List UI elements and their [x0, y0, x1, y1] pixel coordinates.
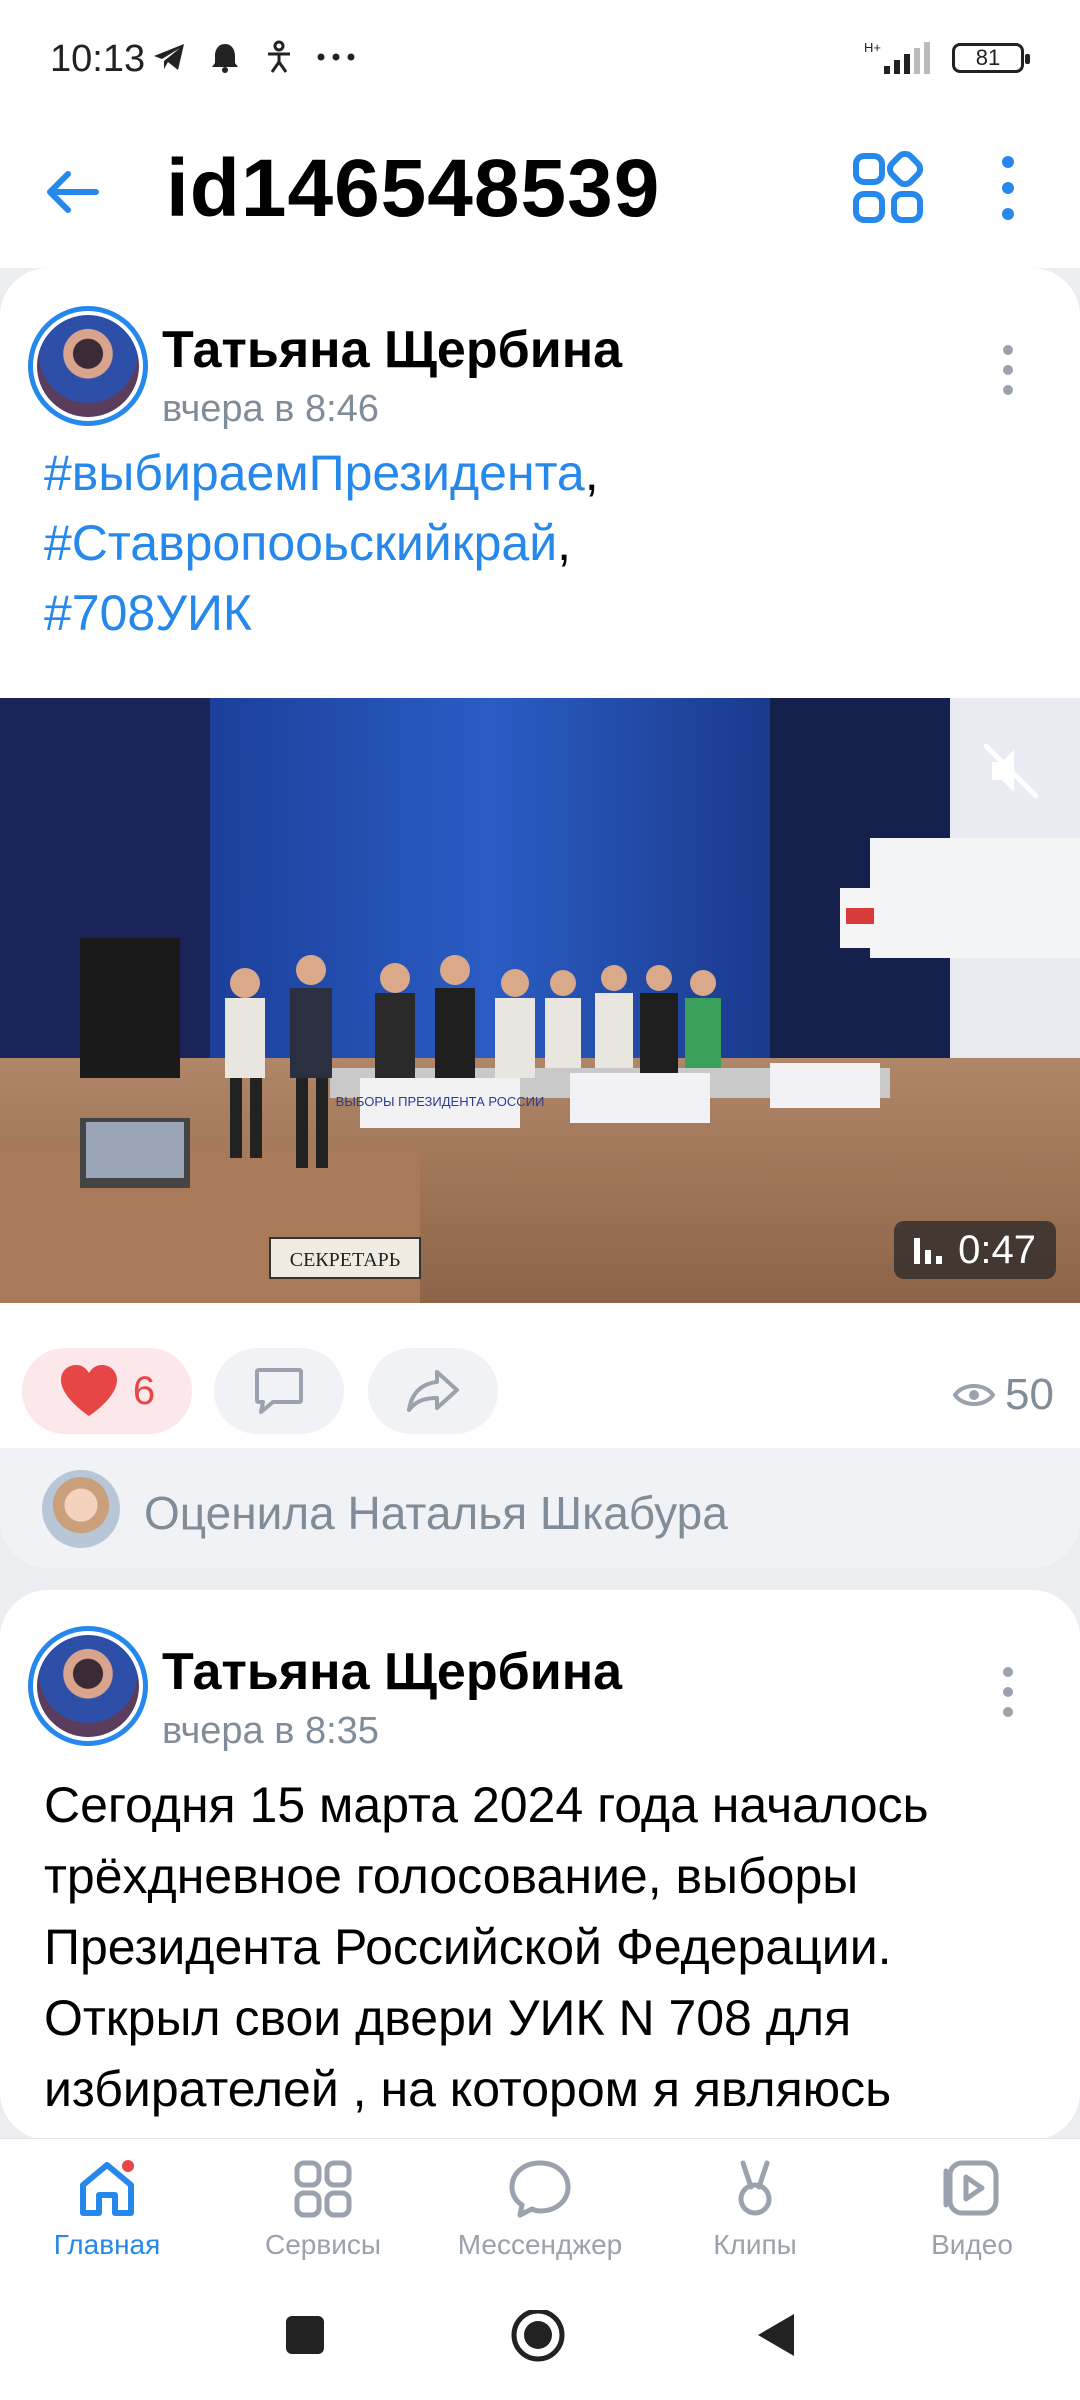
post-menu-icon[interactable]	[990, 340, 1026, 400]
telegram-icon	[154, 44, 184, 70]
author-avatar[interactable]	[28, 1626, 148, 1746]
hashtag-link[interactable]: #708УИК	[44, 585, 252, 641]
post-time[interactable]: вчера в 8:35	[162, 1710, 379, 1753]
heart-icon	[60, 1365, 117, 1416]
tab-label: Сервисы	[264, 2229, 381, 2260]
tab-clips[interactable]: Клипы	[665, 2157, 845, 2261]
post-time[interactable]: вчера в 8:46	[162, 388, 379, 431]
notification-dot	[119, 2157, 137, 2175]
back-arrow-icon[interactable]	[40, 160, 104, 224]
video-duration: 0:47	[958, 1228, 1036, 1272]
recents-button-icon[interactable]	[280, 2310, 330, 2360]
quality-bars-icon	[914, 1238, 943, 1264]
status-right: H+ 81	[862, 40, 1030, 76]
liked-by-text: Оценила Наталья Шкабура	[144, 1487, 728, 1539]
video-duration-badge: 0:47	[894, 1221, 1056, 1279]
system-nav-bar	[0, 2278, 1080, 2400]
tab-label: Клипы	[713, 2229, 797, 2260]
tab-label: Мессенджер	[457, 2229, 623, 2260]
liker-avatar	[42, 1470, 120, 1548]
hashtag-link[interactable]: #выбираемПрезидента	[44, 445, 585, 501]
video-icon	[943, 2160, 999, 2216]
like-button[interactable]: 6	[22, 1348, 192, 1434]
post-text: Сегодня 15 марта 2024 года началось трёх…	[44, 1777, 929, 2117]
back-button-icon[interactable]	[752, 2310, 802, 2360]
tab-label: Главная	[53, 2229, 161, 2260]
post-author[interactable]: Татьяна Щербина	[162, 320, 622, 380]
tab-messenger[interactable]: Мессенджер	[450, 2157, 630, 2261]
more-vertical-icon[interactable]	[990, 150, 1026, 226]
video-player[interactable]: СЕКРЕТАРЬ ВЫБОРЫ ПРЕЗИДЕНТА РОССИИ 0:47	[0, 698, 1080, 1303]
services-grid-icon[interactable]	[850, 150, 926, 226]
tab-home[interactable]: Главная	[17, 2157, 197, 2261]
services-icon	[294, 2160, 352, 2218]
like-count: 6	[132, 1368, 156, 1413]
signal-icon: H+	[864, 40, 930, 74]
post-author[interactable]: Татьяна Щербина	[162, 1642, 622, 1702]
election-banner: ВЫБОРЫ ПРЕЗИДЕНТА РОССИИ	[336, 1094, 545, 1109]
author-avatar[interactable]	[28, 306, 148, 426]
clips-icon	[738, 2160, 772, 2216]
status-icons	[152, 40, 356, 74]
tab-services[interactable]: Сервисы	[233, 2157, 413, 2261]
post-card: Татьяна Щербина вчера в 8:46 #выбираемПр…	[0, 268, 1080, 1568]
post-hashtags: #выбираемПрезидента, #Ставропооьскийкрай…	[44, 445, 599, 641]
views-count: 50	[1005, 1370, 1054, 1419]
status-time: 10:13	[50, 38, 146, 80]
tab-label: Видео	[931, 2229, 1013, 2260]
tab-video[interactable]: Видео	[882, 2157, 1062, 2261]
page-title: id146548539	[166, 143, 661, 234]
post-card: Татьяна Щербина вчера в 8:35 Сегодня 15 …	[0, 1590, 1080, 2140]
video-thumbnail: СЕКРЕТАРЬ ВЫБОРЫ ПРЕЗИДЕНТА РОССИИ	[0, 698, 1080, 1303]
comment-icon	[255, 1368, 303, 1414]
battery-indicator: 81	[952, 43, 1030, 73]
home-button-icon[interactable]	[508, 2310, 568, 2370]
status-bar: 10:13 H+ 81	[0, 0, 1080, 120]
accessibility-icon	[268, 40, 290, 73]
eye-icon	[953, 1384, 996, 1406]
network-type: H+	[864, 40, 881, 55]
post-menu-icon[interactable]	[990, 1662, 1026, 1722]
mute-icon[interactable]	[978, 738, 1044, 804]
app-header: id146548539	[0, 120, 1080, 268]
bottom-tab-bar: Главная Сервисы Мессенджер Клипы Видео	[0, 2138, 1080, 2278]
share-icon	[407, 1370, 459, 1412]
alarm-icon	[212, 44, 238, 73]
share-button[interactable]	[368, 1348, 498, 1434]
views-counter: 50	[953, 1370, 1054, 1420]
post-actions: 6 50	[0, 1338, 1080, 1438]
comment-button[interactable]	[214, 1348, 344, 1434]
hashtag-link[interactable]: #Ставропооьскийкрай	[44, 515, 557, 571]
messenger-icon	[509, 2160, 571, 2218]
more-dots-icon	[317, 53, 355, 61]
liked-by-row[interactable]: Оценила Наталья Шкабура	[0, 1448, 1080, 1568]
secretary-sign: СЕКРЕТАРЬ	[290, 1249, 401, 1271]
